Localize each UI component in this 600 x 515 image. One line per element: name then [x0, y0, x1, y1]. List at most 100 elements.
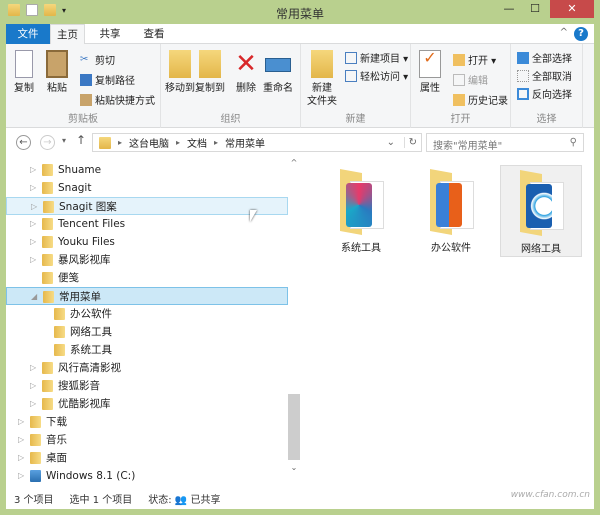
select-all-button[interactable]: 全部选择 — [517, 50, 572, 65]
folder-item[interactable]: 办公软件 — [410, 165, 492, 257]
tree-item[interactable]: ▷ Snagit — [6, 179, 288, 197]
expand-arrow-icon[interactable]: ▷ — [30, 161, 36, 179]
folder-item[interactable]: 系统工具 — [320, 165, 402, 257]
group-label: 打开 — [450, 114, 471, 125]
paste-button[interactable]: 粘贴 — [46, 50, 68, 95]
select-none-button[interactable]: 全部取消 — [517, 68, 572, 83]
paste-shortcut-button[interactable]: 粘贴快捷方式 — [80, 92, 155, 107]
breadcrumb-current[interactable]: 常用菜单 — [225, 135, 265, 150]
close-button[interactable]: ✕ — [550, 0, 594, 18]
expand-arrow-icon[interactable]: ▷ — [30, 377, 36, 395]
folder-item-label: 系统工具 — [341, 243, 381, 254]
expand-arrow-icon[interactable]: ▷ — [30, 251, 36, 269]
scrollbar-thumb[interactable] — [288, 394, 300, 460]
open-label: 打开 ▾ — [468, 56, 497, 67]
tree-item[interactable]: ▷ 优酷影视库 — [6, 395, 288, 413]
help-icon[interactable]: ? — [574, 27, 588, 41]
expand-arrow-icon[interactable]: ▷ — [18, 413, 24, 431]
edit-button[interactable]: 编辑 — [453, 72, 488, 87]
forward-button[interactable]: → — [40, 135, 55, 150]
copy-button[interactable]: 复制 — [14, 50, 34, 95]
tree-item[interactable]: ▷ Snagit 图案 — [6, 197, 288, 215]
scroll-down-icon[interactable]: ⌄ — [288, 463, 300, 472]
search-input[interactable]: 搜索"常用菜单" ⚲ — [426, 133, 584, 152]
new-folder-button[interactable]: 新建 文件夹 — [307, 50, 337, 108]
tree-item[interactable]: 办公软件 — [6, 305, 288, 323]
history-button[interactable]: 历史记录 — [453, 92, 508, 107]
expand-arrow-icon[interactable]: ▷ — [30, 179, 36, 197]
select-all-label: 全部选择 — [532, 54, 572, 65]
breadcrumb-this-pc[interactable]: 这台电脑 — [129, 135, 169, 150]
folder-icon — [99, 136, 111, 149]
folder-item[interactable]: 网络工具 — [500, 165, 582, 257]
expand-arrow-icon[interactable]: ▷ — [31, 198, 37, 216]
expand-arrow-icon[interactable]: ▷ — [18, 467, 24, 485]
move-to-button[interactable]: 移动到 — [165, 50, 195, 95]
copy-path-label: 复制路径 — [95, 76, 135, 87]
new-item-button[interactable]: 新建项目 ▾ — [345, 50, 408, 65]
group-label: 新建 — [345, 114, 366, 125]
tree-item[interactable]: ◢ 常用菜单 — [6, 287, 288, 305]
search-placeholder: 搜索"常用菜单" — [433, 141, 503, 152]
collapse-arrow-icon[interactable]: ◢ — [31, 288, 37, 306]
nav-scrollbar[interactable]: ^ ⌄ — [288, 158, 300, 488]
tree-item[interactable]: ▷ 暴风影视库 — [6, 251, 288, 269]
expand-arrow-icon[interactable]: ▷ — [30, 215, 36, 233]
copy-path-icon — [80, 73, 92, 86]
tree-item[interactable]: ▷ 桌面 — [6, 449, 288, 467]
delete-x-icon: ✕ — [235, 49, 257, 79]
up-button[interactable]: ↑ — [76, 133, 86, 147]
selected-count: 选中 1 个项目 — [69, 494, 133, 506]
open-button[interactable]: 打开 ▾ — [453, 52, 496, 67]
rename-button[interactable]: 重命名 — [263, 50, 293, 95]
expand-arrow-icon[interactable]: ▷ — [30, 359, 36, 377]
tree-item[interactable]: ▷ Shuame — [6, 161, 288, 179]
tree-item[interactable]: ▷ 搜狐影音 — [6, 377, 288, 395]
tree-item[interactable]: ▷ Tencent Files — [6, 215, 288, 233]
collapse-ribbon-icon[interactable]: ^ — [560, 27, 568, 38]
address-bar[interactable]: ▸ 这台电脑 ▸ 文档 ▸ 常用菜单 ⌄ ↻ — [92, 133, 422, 152]
tab-home[interactable]: 主页 — [50, 24, 85, 45]
tree-item[interactable]: 系统工具 — [6, 341, 288, 359]
tree-item[interactable]: 网络工具 — [6, 323, 288, 341]
tab-file[interactable]: 文件 — [6, 24, 50, 44]
copy-to-label: 复制到 — [195, 83, 225, 94]
cut-button[interactable]: ✂ 剪切 — [80, 52, 115, 68]
tree-item[interactable]: ▷ 风行高清影视 — [6, 359, 288, 377]
tree-item[interactable]: ▷ Youku Files — [6, 233, 288, 251]
folder-icon — [54, 308, 65, 320]
expand-arrow-icon[interactable]: ▷ — [30, 395, 36, 413]
copy-to-button[interactable]: 复制到 — [195, 50, 225, 95]
tab-view[interactable]: 查看 — [134, 24, 174, 44]
minimize-button[interactable]: — — [496, 0, 522, 18]
expand-arrow-icon[interactable]: ▷ — [18, 431, 24, 449]
tree-item[interactable]: 便笺 — [6, 269, 288, 287]
delete-label: 删除 — [236, 83, 256, 94]
back-button[interactable]: ← — [16, 135, 31, 150]
tree-item[interactable]: ▷ Windows 8.1 (C:) — [6, 467, 288, 485]
maximize-button[interactable]: ☐ — [522, 0, 548, 18]
recent-locations-icon[interactable]: ▾ — [62, 136, 66, 145]
copy-path-button[interactable]: 复制路径 — [80, 72, 135, 87]
expand-arrow-icon[interactable]: ▷ — [30, 233, 36, 251]
properties-button[interactable]: ✓ 属性 — [419, 50, 441, 95]
tree-item-label: Tencent Files — [58, 218, 126, 230]
tree-item[interactable]: ▷ 音乐 — [6, 431, 288, 449]
tree-item-label: Shuame — [58, 164, 102, 176]
item-count: 3 个项目 — [14, 494, 54, 506]
delete-button[interactable]: ✕ 删除 — [235, 50, 257, 95]
rename-label: 重命名 — [263, 83, 293, 94]
tree-item[interactable]: ▷ 下载 — [6, 413, 288, 431]
tab-share[interactable]: 共享 — [90, 24, 130, 44]
invert-selection-button[interactable]: 反向选择 — [517, 86, 572, 101]
ribbon: 复制 粘贴 ✂ 剪切 复制路径 粘贴快捷方式 剪贴板 移动到 复制到 ✕ 删除 重命… — [6, 44, 594, 128]
breadcrumb-documents[interactable]: 文档 — [187, 135, 207, 150]
easy-access-button[interactable]: 轻松访问 ▾ — [345, 68, 408, 83]
scroll-up-icon[interactable]: ^ — [288, 158, 300, 167]
tree-item-label: 便笺 — [58, 272, 79, 284]
expand-arrow-icon[interactable]: ▷ — [18, 449, 24, 467]
select-none-icon — [517, 69, 529, 82]
title-bar: ▾ 常用菜单 — ☐ ✕ — [0, 0, 600, 24]
refresh-icon[interactable]: ↻ — [403, 137, 417, 148]
address-dropdown-icon[interactable]: ⌄ — [387, 137, 395, 148]
